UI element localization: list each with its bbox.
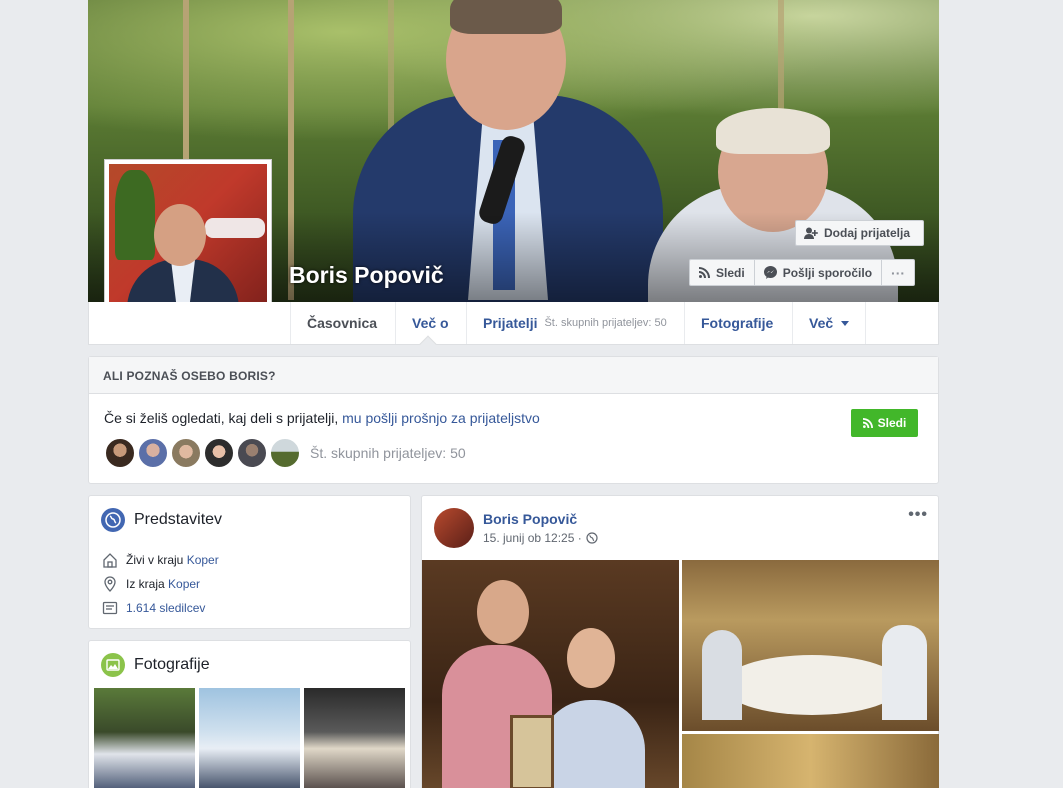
follow-button[interactable]: Sledi <box>690 260 755 285</box>
lives-place-link[interactable]: Koper <box>187 553 219 567</box>
more-options-label: ··· <box>891 264 906 281</box>
tab-timeline-label: Časovnica <box>307 315 378 331</box>
lives-prefix: Živi v kraju <box>126 553 187 567</box>
know-card-header: ALI POZNAŠ OSEBO BORIS? <box>89 357 938 394</box>
know-person-card: ALI POZNAŠ OSEBO BORIS? Če si želiš ogle… <box>88 356 939 484</box>
from-place-link[interactable]: Koper <box>168 577 200 591</box>
photos-card: Fotografije <box>88 640 411 788</box>
post-photo[interactable] <box>422 560 679 788</box>
friend-avatar[interactable] <box>269 437 301 469</box>
mutual-friends-row: Št. skupnih prijateljev: 50 <box>104 437 466 469</box>
friend-avatar[interactable] <box>170 437 202 469</box>
rss-icon <box>862 418 873 428</box>
friend-avatar[interactable] <box>137 437 169 469</box>
more-options-button[interactable]: ··· <box>882 260 914 285</box>
tab-photos-label: Fotografije <box>701 315 774 331</box>
intro-header: Predstavitev <box>101 508 222 532</box>
know-card-text: Če si želiš ogledati, kaj deli s prijate… <box>104 410 540 426</box>
send-friend-request-link[interactable]: mu pošlji prošnjo za prijateljstvo <box>342 410 540 426</box>
follow-label: Sledi <box>716 265 745 280</box>
chevron-down-icon <box>841 320 850 326</box>
cover-action-group: Sledi Pošlji sporočilo ··· <box>689 259 916 286</box>
mutual-friends-text: Št. skupnih prijateljev: 50 <box>310 445 466 461</box>
location-pin-icon <box>104 576 116 592</box>
intro-title: Predstavitev <box>134 511 223 528</box>
know-card-message: Če si želiš ogledati, kaj deli s prijate… <box>104 410 343 426</box>
followers-icon <box>102 601 118 615</box>
friend-avatar[interactable] <box>236 437 268 469</box>
tab-more-label: Več <box>809 315 834 331</box>
tab-more[interactable]: Več <box>792 302 867 344</box>
send-message-label: Pošlji sporočilo <box>782 265 873 280</box>
intro-followers-row: 1.614 sledilcev <box>102 600 205 616</box>
profile-name[interactable]: Boris Popovič <box>289 262 444 289</box>
tab-friends-label: Prijatelji <box>483 315 538 331</box>
tab-friends[interactable]: Prijatelji Št. skupnih prijateljev: 50 <box>466 302 683 344</box>
send-message-button[interactable]: Pošlji sporočilo <box>755 260 883 285</box>
post-author-avatar[interactable] <box>434 508 474 548</box>
followers-link[interactable]: 1.614 sledilcev <box>126 601 205 615</box>
intro-from-row: Iz kraja Koper <box>102 576 200 592</box>
from-prefix: Iz kraja <box>126 577 169 591</box>
globe-icon <box>101 508 125 532</box>
post-card: Boris Popovič 15. junij ob 12:25 · ••• <box>421 495 939 788</box>
post-options-button[interactable]: ••• <box>908 506 928 524</box>
photo-thumbnail[interactable] <box>94 688 195 788</box>
post-photo[interactable] <box>682 734 939 788</box>
globe-icon <box>586 532 598 544</box>
photos-header: Fotografije <box>101 653 210 677</box>
post-author-name[interactable]: Boris Popovič <box>483 511 577 527</box>
post-date[interactable]: 15. junij ob 12:25 · <box>483 531 582 545</box>
mutual-friends-count: Št. skupnih prijateljev: 50 <box>544 317 667 329</box>
intro-card: Predstavitev Živi v kraju Koper Iz kraja… <box>88 495 411 629</box>
profile-nav: Časovnica Več o Prijatelji Št. skupnih pr… <box>88 302 939 353</box>
friend-avatar[interactable] <box>203 437 235 469</box>
photo-thumbnail[interactable] <box>304 688 405 788</box>
tab-photos[interactable]: Fotografije <box>684 302 789 344</box>
tab-timeline[interactable]: Časovnica <box>290 302 393 344</box>
photo-thumbnail[interactable] <box>199 688 300 788</box>
post-meta: 15. junij ob 12:25 · <box>483 531 598 545</box>
follow-green-button[interactable]: Sledi <box>851 409 918 437</box>
add-friend-icon <box>804 227 818 239</box>
intro-lives-row: Živi v kraju Koper <box>102 552 219 568</box>
photo-icon <box>101 653 125 677</box>
add-friend-button[interactable]: Dodaj prijatelja <box>795 220 924 246</box>
rss-icon <box>699 267 710 278</box>
tab-about-label: Več o <box>412 315 449 331</box>
friend-avatar[interactable] <box>104 437 136 469</box>
photos-title[interactable]: Fotografije <box>134 656 210 674</box>
home-icon <box>103 553 117 568</box>
post-photo[interactable] <box>682 560 939 731</box>
messenger-icon <box>763 266 777 279</box>
add-friend-label: Dodaj prijatelja <box>824 226 911 240</box>
follow-green-label: Sledi <box>877 416 907 430</box>
